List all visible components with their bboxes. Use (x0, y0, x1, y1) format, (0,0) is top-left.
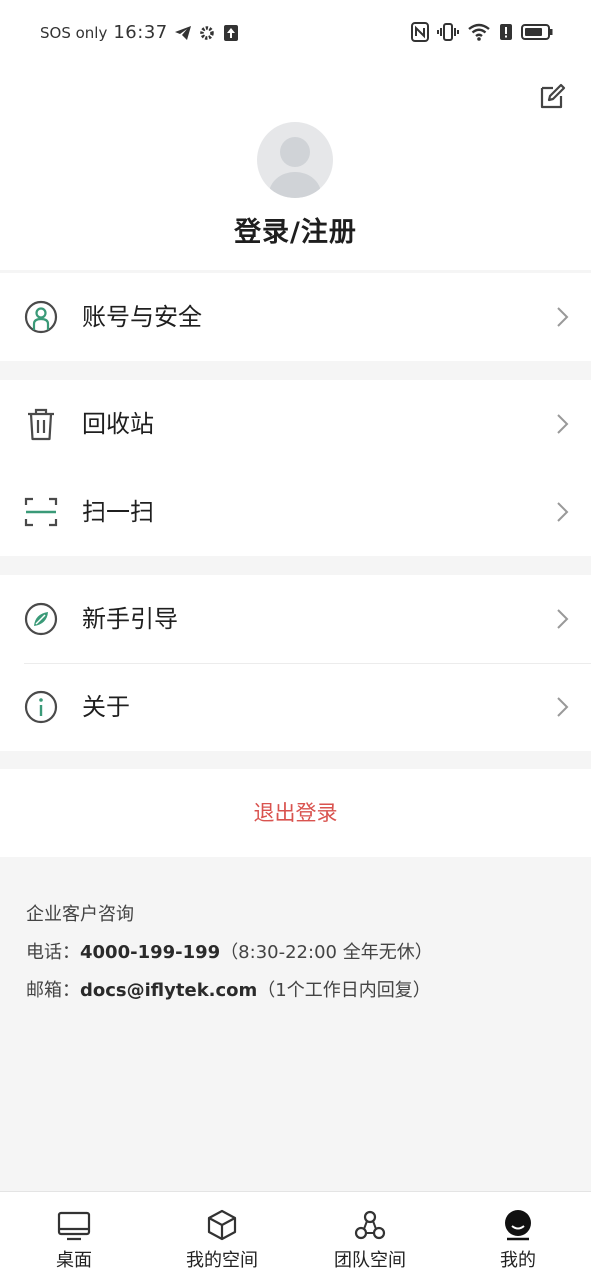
desktop-icon (57, 1208, 91, 1242)
chevron-right-icon (552, 607, 572, 631)
login-register-link[interactable]: 登录/注册 (0, 210, 591, 249)
wifi-icon (467, 22, 491, 46)
tab-team-space[interactable]: 团队空间 (296, 1192, 444, 1281)
contact-heading: 企业客户咨询 (26, 904, 134, 925)
upload-icon (222, 24, 240, 42)
team-icon (353, 1208, 387, 1242)
menu-group-account: 账号与安全 (0, 273, 591, 361)
status-bar: SOS only 16:37 (0, 0, 591, 66)
menu-group-tools: 回收站 扫一扫 (0, 380, 591, 556)
telegram-icon (174, 24, 192, 42)
battery-icon (521, 23, 553, 45)
chevron-right-icon (552, 500, 572, 524)
bottom-tab-bar: 桌面 我的空间 团队空间 我的 (0, 1191, 591, 1281)
tab-me[interactable]: 我的 (444, 1192, 591, 1281)
tab-label: 团队空间 (334, 1250, 406, 1271)
compass-icon (23, 601, 59, 637)
logout-button[interactable]: 退出登录 (0, 769, 591, 857)
menu-label: 关于 (82, 693, 130, 721)
menu-group-help: 新手引导 关于 (0, 575, 591, 751)
email-address[interactable]: docs@iflytek.com (80, 980, 257, 1001)
menu-label: 回收站 (82, 410, 154, 438)
alert-icon (499, 22, 513, 46)
info-icon (23, 689, 59, 725)
user-shield-icon (23, 299, 59, 335)
menu-label: 账号与安全 (82, 303, 202, 331)
settings-gear-icon (198, 24, 216, 42)
phone-number[interactable]: 4000-199-199 (80, 942, 220, 963)
menu-label: 扫一扫 (82, 498, 154, 526)
chevron-right-icon (552, 305, 572, 329)
contact-phone: 电话：4000-199-199（8:30-22:00 全年无休） (26, 942, 433, 963)
menu-item-account-security[interactable]: 账号与安全 (0, 273, 591, 361)
menu-label: 新手引导 (82, 605, 178, 633)
enterprise-contact: 企业客户咨询 电话：4000-199-199（8:30-22:00 全年无休） … (26, 896, 433, 1010)
profile-header: SOS only 16:37 登录/注册 (0, 0, 591, 270)
scan-icon (23, 494, 59, 530)
carrier-text: SOS only (40, 23, 108, 42)
menu-item-recycle-bin[interactable]: 回收站 (0, 380, 591, 468)
tab-label: 桌面 (56, 1250, 92, 1271)
contact-email: 邮箱：docs@iflytek.com（1个工作日内回复） (26, 980, 431, 1001)
logout-label: 退出登录 (253, 801, 338, 825)
clock: 16:37 (113, 22, 168, 43)
menu-item-guide[interactable]: 新手引导 (0, 575, 591, 663)
chevron-right-icon (552, 412, 572, 436)
tab-label: 我的 (500, 1250, 536, 1271)
menu-item-about[interactable]: 关于 (0, 663, 591, 751)
nfc-icon (411, 22, 429, 46)
edit-icon[interactable] (536, 80, 568, 112)
tab-my-space[interactable]: 我的空间 (148, 1192, 296, 1281)
profile-icon (501, 1208, 535, 1242)
avatar[interactable] (257, 122, 333, 198)
trash-icon (23, 406, 59, 442)
tab-desktop[interactable]: 桌面 (0, 1192, 148, 1281)
chevron-right-icon (552, 695, 572, 719)
vibrate-icon (437, 22, 459, 46)
menu-item-scan[interactable]: 扫一扫 (0, 468, 591, 556)
cube-icon (205, 1208, 239, 1242)
tab-label: 我的空间 (186, 1250, 258, 1271)
